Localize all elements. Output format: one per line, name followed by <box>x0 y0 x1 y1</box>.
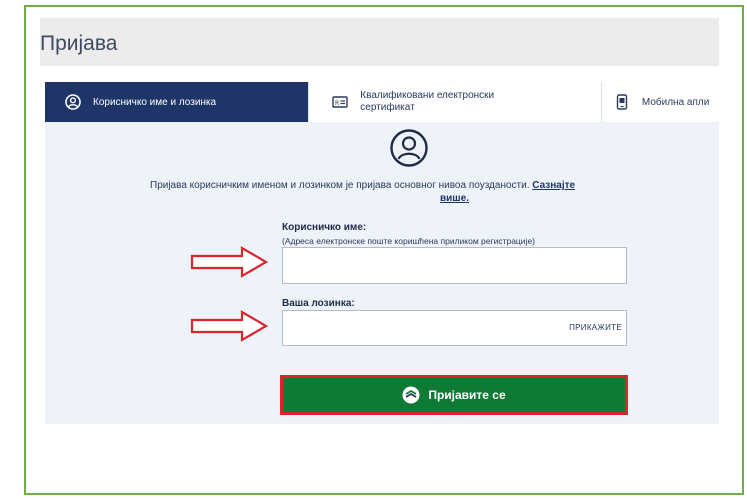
learn-more-link-part2[interactable]: више. <box>440 193 469 204</box>
annotation-arrow-right-icon <box>190 310 268 342</box>
password-label: Ваша лозинка: <box>282 298 355 309</box>
learn-more-link-part1[interactable]: Сазнајте <box>532 180 575 191</box>
submit-login-button[interactable]: Пријавите се <box>280 375 628 415</box>
emblem-logo-icon <box>402 386 420 404</box>
show-password-button[interactable]: ПРИКАЖИТЕ <box>569 323 622 332</box>
submit-label: Пријавите се <box>428 388 506 402</box>
username-label: Корисничко име: <box>282 222 367 233</box>
login-info-text: Пријава корисничким именом и лозинком је… <box>150 180 720 191</box>
password-input[interactable]: ПРИКАЖИТЕ <box>282 310 627 346</box>
user-avatar-icon <box>390 129 428 167</box>
username-hint: (Адреса електронске поште коришћена прил… <box>282 236 535 246</box>
tab-qualified-certificate[interactable]: R Квалификовани електронски сертификат <box>309 82 602 122</box>
user-circle-icon <box>65 94 81 110</box>
tab-username-password[interactable]: Корисничко име и лозинка <box>45 82 310 122</box>
username-input[interactable] <box>282 247 627 284</box>
annotation-arrow-right-icon <box>190 246 268 278</box>
tab-label-line1: Квалификовани електронски <box>360 90 495 101</box>
id-card-icon: R <box>332 96 348 108</box>
tab-label: Мобилна апли <box>641 96 710 108</box>
mobile-phone-icon <box>616 94 628 110</box>
login-method-tabs: Корисничко име и лозинка R Квалификовани… <box>45 82 719 123</box>
tab-label-line2: сертификат <box>360 102 415 113</box>
info-text: Пријава корисничким именом и лозинком је… <box>150 180 533 191</box>
page-header: Пријава <box>40 18 719 66</box>
svg-text:R: R <box>335 100 339 107</box>
tab-label: Корисничко име и лозинка <box>93 96 217 108</box>
page-title: Пријава <box>40 32 118 55</box>
tab-mobile-app[interactable]: Мобилна апли <box>602 82 719 122</box>
